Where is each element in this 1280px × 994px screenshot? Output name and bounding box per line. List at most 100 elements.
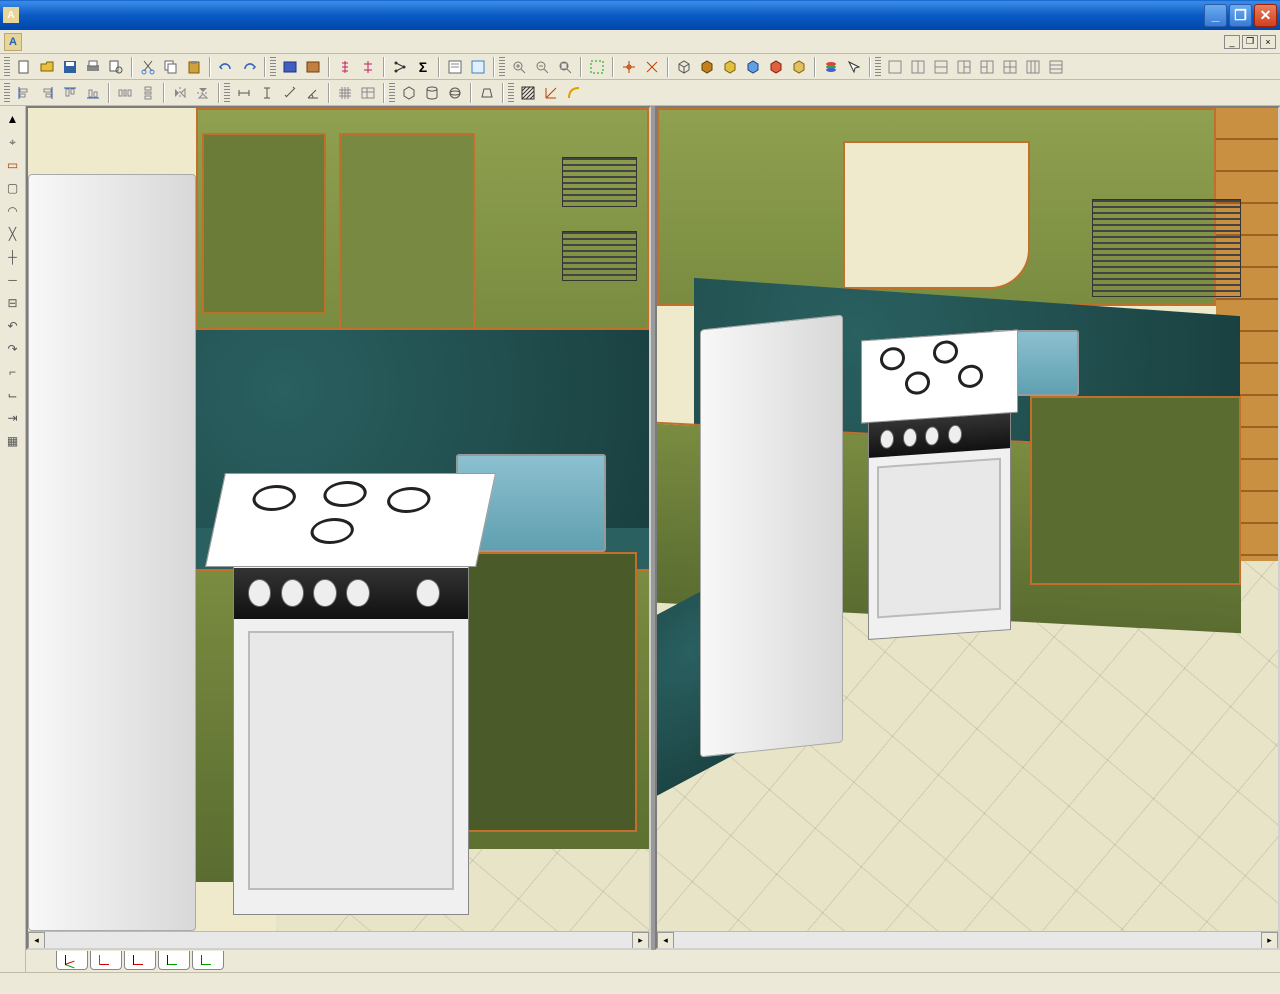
form-button[interactable] — [444, 56, 466, 78]
distribute-v-button[interactable] — [137, 82, 159, 104]
toolbar-grip-icon[interactable] — [224, 83, 230, 103]
snap-grid-button[interactable]: ┼ — [2, 246, 24, 268]
distribute-h-button[interactable] — [114, 82, 136, 104]
layer-button[interactable] — [820, 56, 842, 78]
table-button[interactable] — [357, 82, 379, 104]
cube-wire-button[interactable] — [673, 56, 695, 78]
close-button[interactable]: ✕ — [1254, 4, 1277, 27]
select-tool-button[interactable]: ⌖ — [2, 131, 24, 153]
align-left-button[interactable] — [13, 82, 35, 104]
menu-window[interactable] — [110, 40, 126, 44]
view-tab-plan[interactable] — [90, 951, 122, 970]
extrude-button[interactable] — [476, 82, 498, 104]
viewport-canvas[interactable] — [28, 108, 649, 931]
list-button[interactable] — [467, 56, 489, 78]
mirror-h-button[interactable] — [169, 82, 191, 104]
draw-panel-button[interactable]: ▢ — [2, 177, 24, 199]
layout-3row-button[interactable] — [1045, 56, 1067, 78]
dim-align-button[interactable] — [279, 82, 301, 104]
snap-end-button[interactable]: ─ — [2, 269, 24, 291]
dim-angle-button[interactable] — [302, 82, 324, 104]
draw-line-button[interactable]: ╳ — [2, 223, 24, 245]
arrow-tool-button[interactable] — [843, 56, 865, 78]
hatch-button[interactable] — [517, 82, 539, 104]
sphere-button[interactable] — [444, 82, 466, 104]
menu-service[interactable] — [94, 40, 110, 44]
edge-tool-button[interactable]: ⌐ — [2, 361, 24, 383]
mdi-restore-button[interactable]: ❐ — [1242, 35, 1258, 49]
undo-button[interactable] — [215, 56, 237, 78]
viewport-right[interactable]: ◂ ▸ — [655, 106, 1280, 950]
panel-button[interactable] — [279, 56, 301, 78]
cube-mix2-button[interactable] — [788, 56, 810, 78]
pointer-tool-button[interactable]: ▲ — [2, 108, 24, 130]
menu-help[interactable] — [126, 40, 142, 44]
menu-edit[interactable] — [46, 40, 62, 44]
toolbar-grip-icon[interactable] — [508, 83, 514, 103]
align-right-button[interactable] — [36, 82, 58, 104]
component-button[interactable]: ▦ — [2, 430, 24, 452]
open-button[interactable] — [36, 56, 58, 78]
cylinder-button[interactable] — [421, 82, 443, 104]
toolbar-grip-icon[interactable] — [875, 57, 881, 77]
snap-cross-button[interactable] — [641, 56, 663, 78]
toolbar-grip-icon[interactable] — [499, 57, 505, 77]
grid-button[interactable] — [334, 82, 356, 104]
menu-project[interactable] — [78, 40, 94, 44]
maximize-button[interactable]: ❐ — [1229, 4, 1252, 27]
draw-arc-button[interactable]: ◠ — [2, 200, 24, 222]
rotate-ccw-button[interactable]: ↶ — [2, 315, 24, 337]
scrollbar-h[interactable]: ◂ ▸ — [657, 931, 1278, 948]
viewport-left[interactable]: ◂ ▸ — [26, 106, 651, 950]
mirror-v-button[interactable] — [192, 82, 214, 104]
config-button[interactable] — [334, 56, 356, 78]
scroll-left-icon[interactable]: ◂ — [28, 932, 45, 949]
layout3a-button[interactable] — [953, 56, 975, 78]
align-top-button[interactable] — [59, 82, 81, 104]
minimize-button[interactable]: _ — [1204, 4, 1227, 27]
paste-button[interactable] — [183, 56, 205, 78]
scroll-left-icon[interactable]: ◂ — [657, 932, 674, 949]
print-button[interactable] — [82, 56, 104, 78]
toolbar-grip-icon[interactable] — [389, 83, 395, 103]
config2-button[interactable] — [357, 56, 379, 78]
layout1-button[interactable] — [884, 56, 906, 78]
layout2h-button[interactable] — [907, 56, 929, 78]
toolbar-grip-icon[interactable] — [4, 57, 10, 77]
menu-file[interactable] — [30, 40, 46, 44]
sum-button[interactable]: Σ — [412, 56, 434, 78]
toolbar-grip-icon[interactable] — [4, 83, 10, 103]
dim-v-button[interactable] — [256, 82, 278, 104]
mdi-minimize-button[interactable]: _ — [1224, 35, 1240, 49]
cut-button[interactable] — [137, 56, 159, 78]
view-tab-right[interactable] — [192, 951, 224, 970]
layout-3col-button[interactable] — [1022, 56, 1044, 78]
view-tab-left[interactable] — [158, 951, 190, 970]
layout3b-button[interactable] — [976, 56, 998, 78]
zoom-fit-button[interactable] — [554, 56, 576, 78]
dim-h-button[interactable] — [233, 82, 255, 104]
zoom-out-button[interactable] — [531, 56, 553, 78]
new-button[interactable] — [13, 56, 35, 78]
scroll-right-icon[interactable]: ▸ — [1261, 932, 1278, 949]
save-button[interactable] — [59, 56, 81, 78]
cube-texture-button[interactable] — [742, 56, 764, 78]
toolbar-grip-icon[interactable] — [270, 57, 276, 77]
tree-button[interactable] — [389, 56, 411, 78]
cube-solid-button[interactable] — [696, 56, 718, 78]
box-add-button[interactable] — [398, 82, 420, 104]
corner-tool-button[interactable]: ⌙ — [2, 384, 24, 406]
axis-button[interactable] — [540, 82, 562, 104]
rotate-cw-button[interactable]: ↷ — [2, 338, 24, 360]
view-tab-front[interactable] — [124, 951, 156, 970]
document-icon[interactable]: A — [4, 33, 22, 51]
scroll-right-icon[interactable]: ▸ — [632, 932, 649, 949]
copy-button[interactable] — [160, 56, 182, 78]
cube-color-button[interactable] — [719, 56, 741, 78]
extrude-tool-button[interactable]: ⇥ — [2, 407, 24, 429]
mdi-close-button[interactable]: × — [1260, 35, 1276, 49]
viewport-canvas[interactable] — [657, 108, 1278, 931]
layout2v-button[interactable] — [930, 56, 952, 78]
scrollbar-h[interactable]: ◂ ▸ — [28, 931, 649, 948]
align-bottom-button[interactable] — [82, 82, 104, 104]
